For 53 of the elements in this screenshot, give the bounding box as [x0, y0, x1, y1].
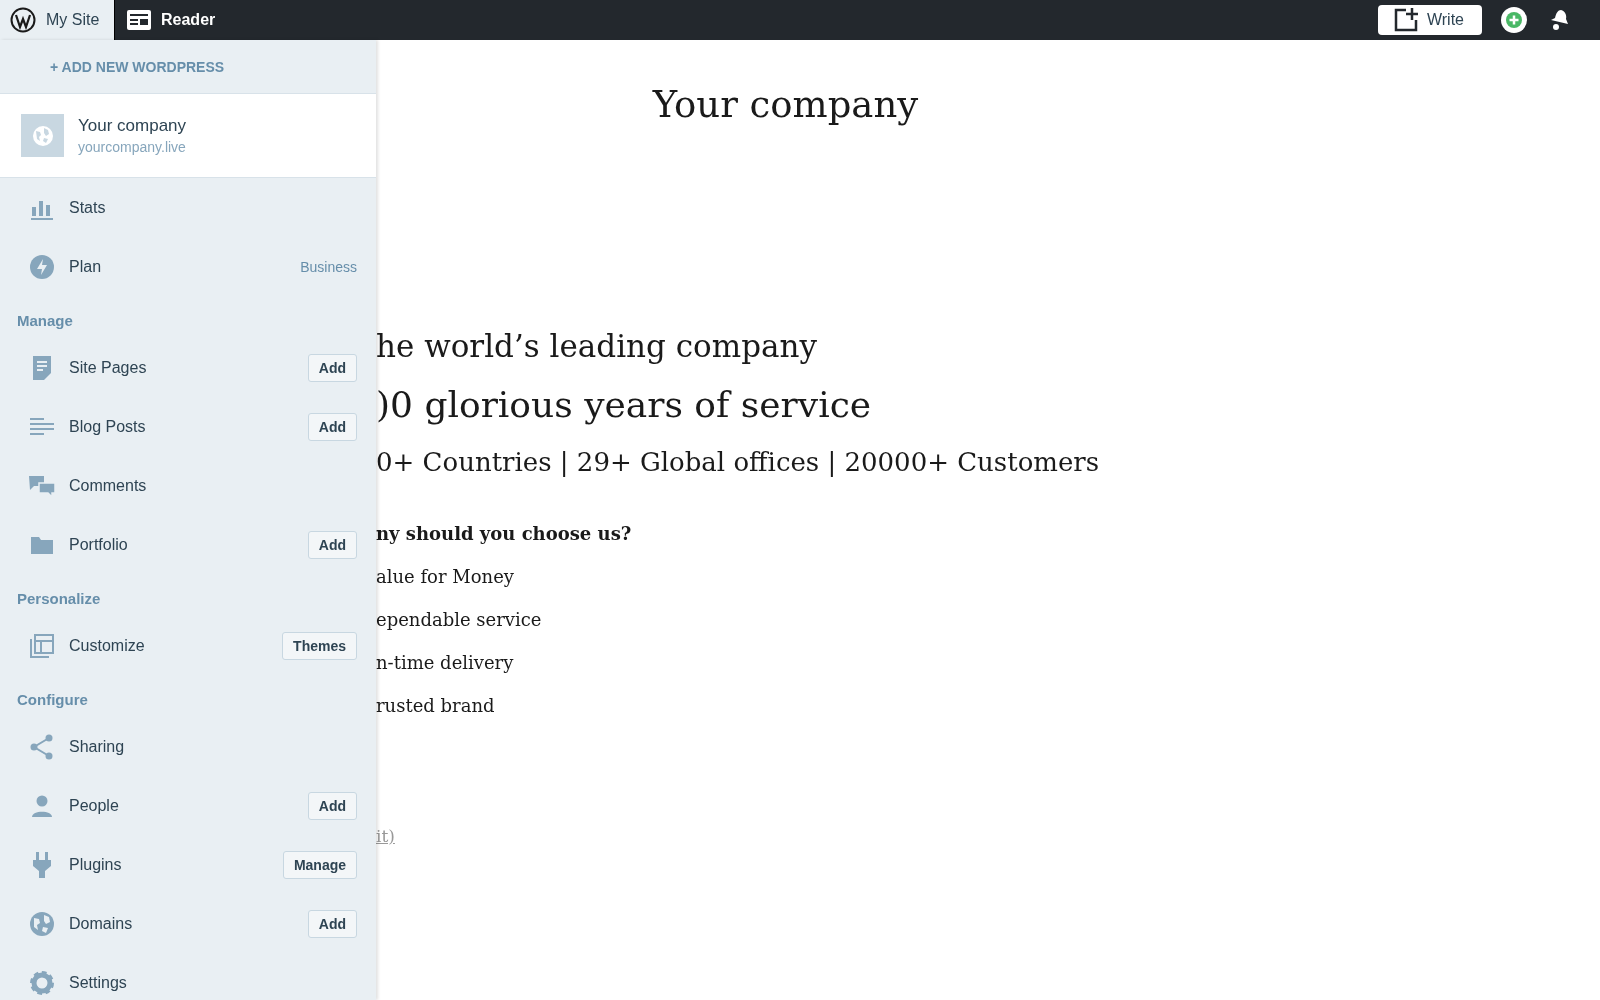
share-icon [29, 733, 55, 760]
globe-icon [29, 910, 55, 937]
add-circle-icon[interactable] [1500, 6, 1528, 34]
item-action-button[interactable]: Add [307, 412, 357, 441]
menu-item[interactable]: Comments [69, 476, 357, 495]
item-action-button[interactable]: Add [307, 530, 357, 559]
menu-item[interactable]: Plugins [69, 855, 283, 874]
heading: he world’s leading company [376, 328, 817, 364]
bolt-circle-icon [29, 253, 55, 280]
menu-item[interactable]: Plan [69, 257, 301, 276]
wordpress-logo-icon [10, 7, 36, 33]
item-action-button[interactable]: Add [307, 353, 357, 382]
menu-item[interactable]: Sharing [69, 737, 357, 756]
speech-bubbles-icon [29, 474, 55, 497]
text-lines-icon [30, 416, 54, 437]
menu-item[interactable]: Customize [69, 636, 283, 655]
menu-item[interactable]: Stats [69, 198, 357, 217]
list-text: ependable service [376, 609, 542, 630]
plan-label: Business [300, 258, 357, 275]
menu-item[interactable]: People [69, 796, 308, 815]
heading: )0 glorious years of service [376, 384, 872, 425]
folder-icon [31, 535, 53, 554]
item-action-button[interactable]: Add [307, 791, 357, 820]
site-placeholder-icon [21, 114, 64, 157]
heading: 0+ Countries | 29+ Global offices | 20000+ Customers [376, 447, 1100, 477]
plug-icon [32, 851, 52, 878]
item-action-button[interactable]: Manage [282, 850, 357, 879]
add-page-icon [1393, 8, 1418, 32]
item-action-button[interactable]: Add [307, 909, 357, 938]
section-heading: Manage [16, 311, 74, 331]
subheading: ny should you choose us? [376, 523, 632, 544]
section-heading: Personalize [16, 589, 102, 609]
nav-tab[interactable]: My Site [0, 0, 114, 40]
menu-item[interactable]: Site Pages [69, 358, 308, 377]
site-name: Your company [78, 116, 187, 136]
page-icon [31, 354, 53, 381]
menu-item[interactable]: Domains [69, 914, 308, 933]
site-title: Your company [651, 82, 920, 128]
list-text: n-time delivery [376, 652, 514, 673]
layout-icon [29, 632, 55, 659]
section-heading: Configure [16, 690, 89, 710]
list-text: rusted brand [376, 695, 495, 716]
item-action-button[interactable]: Themes [282, 631, 357, 660]
newspaper-icon [127, 10, 151, 30]
menu-item[interactable]: Blog Posts [69, 417, 308, 436]
list-text: alue for Money [376, 566, 514, 587]
settings-icon [29, 969, 55, 996]
menu-item[interactable]: Settings [69, 973, 357, 992]
site-card[interactable]: Your company yourcompany.live [0, 94, 376, 178]
person-icon [31, 794, 53, 817]
menu-item[interactable]: Portfolio [69, 535, 308, 554]
site-url: yourcompany.live [78, 139, 187, 155]
write-button[interactable]: Write [1377, 5, 1482, 35]
